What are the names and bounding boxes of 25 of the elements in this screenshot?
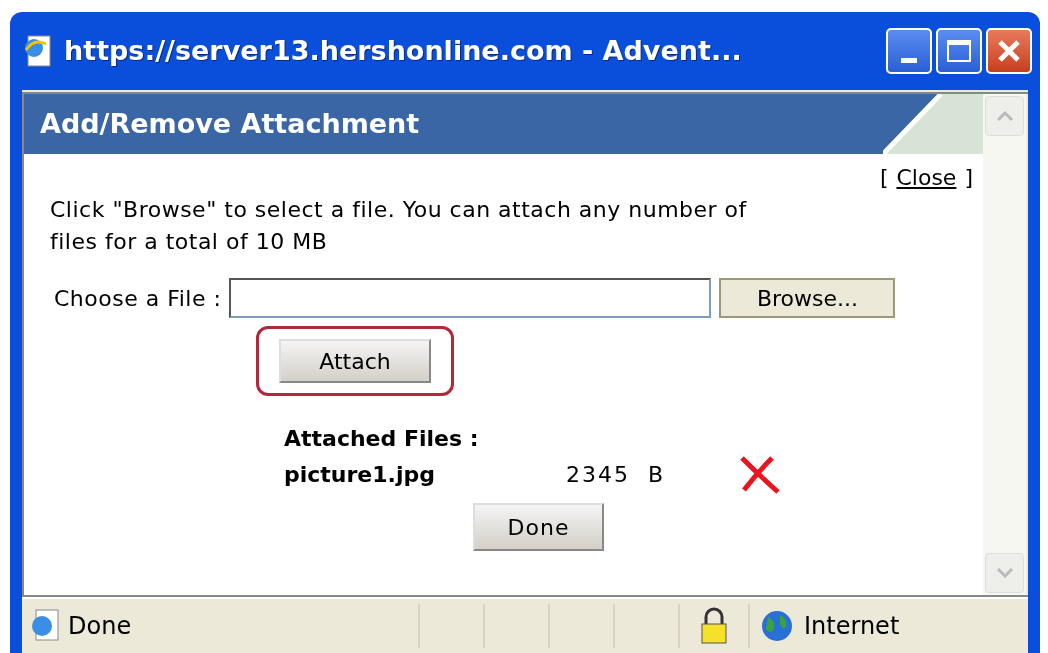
zone-text: Internet [804, 611, 900, 642]
file-name: picture1.jpg [284, 460, 436, 489]
dialog-title: Add/Remove Attachment [39, 106, 420, 141]
minimize-button[interactable] [886, 28, 932, 74]
file-input-field[interactable] [229, 278, 712, 318]
globe-icon [760, 609, 794, 643]
attached-files-heading: Attached Files : [284, 425, 480, 453]
x-icon [996, 38, 1022, 64]
bracket: [ [879, 163, 889, 192]
maximize-button[interactable] [936, 28, 982, 74]
close-link[interactable]: Close [896, 160, 957, 194]
window-title: https://server13.hershonline.com - Advent... [64, 33, 743, 68]
delete-icon[interactable] [738, 454, 780, 494]
instructions-text: Click "Browse" to select a file. You can attach any number of files for a total of 10 MB [49, 196, 748, 256]
page-icon [22, 34, 54, 68]
close-button[interactable] [986, 28, 1032, 74]
attach-button[interactable]: Attach [279, 339, 431, 383]
caret-down-icon [995, 568, 1014, 578]
field-label: Choose a File : [54, 284, 222, 313]
browse-button[interactable]: Browse... [719, 278, 896, 318]
bracket: ] [964, 163, 973, 192]
status-text: Done [68, 611, 133, 642]
done-button[interactable]: Done [473, 503, 604, 551]
caret-up-icon [995, 111, 1014, 121]
file-size: 2345 B [566, 460, 667, 489]
